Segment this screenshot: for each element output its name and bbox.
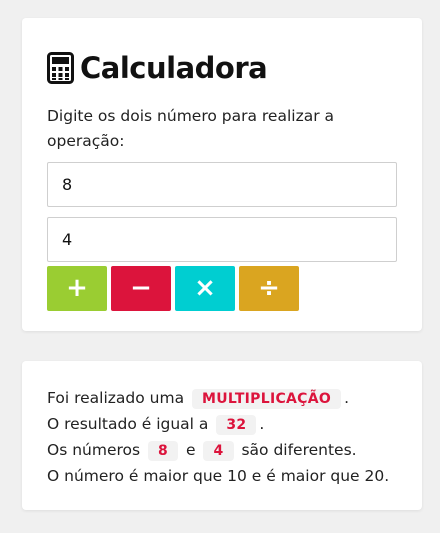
result-prefix: O resultado é igual a xyxy=(47,415,209,433)
operation-buttons: + − × ÷ xyxy=(47,266,398,311)
first-number-input[interactable] xyxy=(47,162,397,207)
calculator-icon xyxy=(47,52,74,84)
instruction-text: Digite os dois número para realizar a op… xyxy=(47,107,335,150)
comparison-line: O número é maior que 10 e é maior que 20… xyxy=(47,467,390,485)
operation-prefix: Foi realizado uma xyxy=(47,389,185,407)
number-a-badge: 8 xyxy=(148,441,179,461)
page-title: Calculadora xyxy=(80,51,268,85)
result-line: O resultado é igual a 32. xyxy=(47,411,398,437)
numbers-line: Os números 8 e 4 são diferentes. xyxy=(47,437,398,463)
multiply-button[interactable]: × xyxy=(175,266,235,311)
numbers-prefix: Os números xyxy=(47,441,141,459)
numbers-suffix: são diferentes. xyxy=(241,441,357,459)
operation-line: Foi realizado uma MULTIPLICAÇÃO. xyxy=(47,385,398,411)
title-row: Calculadora xyxy=(47,48,398,88)
result-suffix: . xyxy=(259,415,265,433)
result-badge: 32 xyxy=(216,415,257,435)
numbers-and: e xyxy=(186,441,196,459)
operation-suffix: . xyxy=(344,389,350,407)
operation-badge: MULTIPLICAÇÃO xyxy=(192,389,342,409)
calculator-card: Calculadora Digite os dois número para r… xyxy=(22,18,422,331)
subtract-button[interactable]: − xyxy=(111,266,171,311)
number-b-badge: 4 xyxy=(203,441,234,461)
add-button[interactable]: + xyxy=(47,266,107,311)
result-card: Foi realizado uma MULTIPLICAÇÃO. O resul… xyxy=(22,361,422,510)
second-number-input[interactable] xyxy=(47,217,397,262)
divide-button[interactable]: ÷ xyxy=(239,266,299,311)
